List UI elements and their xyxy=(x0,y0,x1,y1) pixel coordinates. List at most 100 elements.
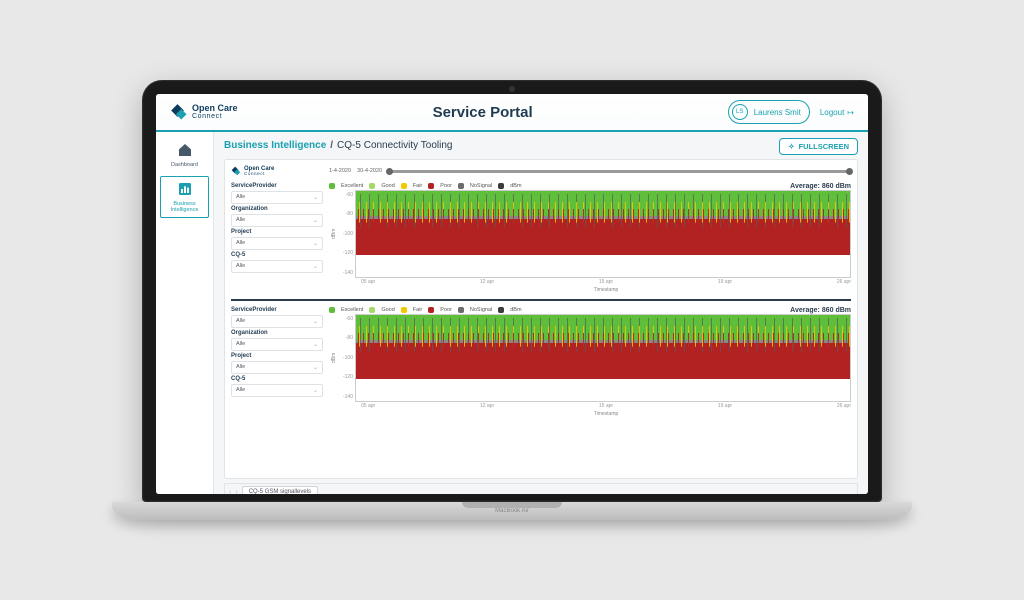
breadcrumb-separator: / xyxy=(330,140,333,151)
chart-block-1: ServiceProvider Alle⌄ Organization Alle⌄… xyxy=(231,183,851,293)
panel-brand-bottom: Connect xyxy=(244,172,274,177)
chevron-down-icon: ⌄ xyxy=(313,263,318,270)
tab-signallevels[interactable]: CQ-5 GSM signallevels xyxy=(242,486,318,494)
brand-name-top: Open Care xyxy=(192,104,238,113)
y-axis-ticks: -60 -80 -100 -120 -140 xyxy=(339,314,355,402)
brand-logo-icon xyxy=(231,166,241,176)
x-axis-label: Timestamp xyxy=(361,286,851,293)
chevron-down-icon: ⌄ xyxy=(313,194,318,201)
chevron-down-icon: ⌄ xyxy=(313,318,318,325)
portal-header: Open Care Connect Service Portal LS Laur… xyxy=(156,94,868,132)
chart-average: Average: 860 dBm xyxy=(790,307,851,314)
filter-select-organization[interactable]: Alle⌄ xyxy=(231,214,323,227)
chart-legend: Excellent Good Fair Poor NoSignal dBm Av… xyxy=(329,183,851,190)
tab-prev-button[interactable]: ‹ xyxy=(229,489,231,495)
y-axis-label: dBm xyxy=(329,314,339,402)
filter-select-serviceprovider[interactable]: Alle⌄ xyxy=(231,191,323,204)
y-axis-label: dBm xyxy=(329,190,339,278)
y-axis-ticks: -60 -80 -100 -120 -140 xyxy=(339,190,355,278)
sidebar: Dashboard Business Intelligence xyxy=(156,132,214,494)
filter-select-cq5[interactable]: Alle⌄ xyxy=(231,384,323,397)
legend-swatch-poor xyxy=(428,307,434,313)
user-chip[interactable]: LS Laurens Smit xyxy=(728,100,810,124)
chart-block-2: ServiceProvider Alle⌄ Organization Alle⌄… xyxy=(231,307,851,417)
filter-label: ServiceProvider xyxy=(231,307,323,313)
laptop-frame: Open Care Connect Service Portal LS Laur… xyxy=(142,80,882,520)
filter-column-2: ServiceProvider Alle⌄ Organization Alle⌄… xyxy=(231,307,323,417)
filter-select-organization[interactable]: Alle⌄ xyxy=(231,338,323,351)
legend-swatch-poor xyxy=(428,183,434,189)
sidebar-item-label: Business Intelligence xyxy=(163,201,206,213)
filter-label: Organization xyxy=(231,330,323,336)
chevron-down-icon: ⌄ xyxy=(313,217,318,224)
filter-select-cq5[interactable]: Alle⌄ xyxy=(231,260,323,273)
page-title: Service Portal xyxy=(238,104,728,121)
breadcrumb: Business Intelligence / CQ-5 Connectivit… xyxy=(224,140,858,151)
app-screen: Open Care Connect Service Portal LS Laur… xyxy=(156,94,868,494)
legend-swatch-fair xyxy=(401,183,407,189)
filter-label: ServiceProvider xyxy=(231,183,323,189)
chart-1: Excellent Good Fair Poor NoSignal dBm Av… xyxy=(329,183,851,293)
home-icon xyxy=(177,142,193,158)
chevron-down-icon: ⌄ xyxy=(313,364,318,371)
tab-next-button[interactable]: › xyxy=(235,489,237,495)
timeline-selector[interactable]: 1-4-2020 30-4-2020 xyxy=(329,168,851,174)
timeline-end: 30-4-2020 xyxy=(357,168,382,174)
sidebar-item-business-intelligence[interactable]: Business Intelligence xyxy=(160,176,209,218)
legend-swatch-excellent xyxy=(329,183,335,189)
report-tabbar: ‹ › CQ-5 GSM signallevels xyxy=(224,483,858,494)
filter-select-serviceprovider[interactable]: Alle⌄ xyxy=(231,315,323,328)
legend-swatch-good xyxy=(369,307,375,313)
report-panel: Open Care Connect 1-4-2020 30-4-2020 xyxy=(224,159,858,479)
breadcrumb-section[interactable]: Business Intelligence xyxy=(224,140,326,151)
chart-divider xyxy=(231,299,851,301)
fullscreen-button[interactable]: ✧ FULLSCREEN xyxy=(779,138,858,155)
x-axis-ticks: 05 apr 12 apr 15 apr 19 apr 26 apr xyxy=(361,402,851,410)
fullscreen-icon: ✧ xyxy=(788,142,794,151)
filter-label: Project xyxy=(231,229,323,235)
fullscreen-label: FULLSCREEN xyxy=(799,142,849,151)
main-content: Business Intelligence / CQ-5 Connectivit… xyxy=(214,132,868,494)
camera-dot xyxy=(509,86,515,92)
sidebar-item-label: Dashboard xyxy=(158,162,211,168)
chart-plot-area[interactable] xyxy=(355,314,851,402)
filter-label: Organization xyxy=(231,206,323,212)
avatar: LS xyxy=(732,104,748,120)
chart-plot-area[interactable] xyxy=(355,190,851,278)
x-axis-ticks: 05 apr 12 apr 15 apr 19 apr 26 apr xyxy=(361,278,851,286)
filter-label: Project xyxy=(231,353,323,359)
logout-link[interactable]: Logout ↦ xyxy=(820,108,854,117)
legend-swatch-excellent xyxy=(329,307,335,313)
legend-swatch-nosignal xyxy=(458,183,464,189)
chart-icon xyxy=(177,181,193,197)
breadcrumb-page: CQ-5 Connectivity Tooling xyxy=(337,140,452,151)
chart-average: Average: 860 dBm xyxy=(790,183,851,190)
brand-block: Open Care Connect xyxy=(170,103,238,121)
chart-legend: Excellent Good Fair Poor NoSignal dBm Av… xyxy=(329,307,851,314)
sidebar-item-dashboard[interactable]: Dashboard xyxy=(156,138,213,172)
filter-select-project[interactable]: Alle⌄ xyxy=(231,237,323,250)
filter-select-project[interactable]: Alle⌄ xyxy=(231,361,323,374)
screen-bezel: Open Care Connect Service Portal LS Laur… xyxy=(142,80,882,502)
chevron-down-icon: ⌄ xyxy=(313,341,318,348)
legend-swatch-nosignal xyxy=(458,307,464,313)
chart-2: Excellent Good Fair Poor NoSignal dBm Av… xyxy=(329,307,851,417)
legend-swatch-good xyxy=(369,183,375,189)
laptop-model-label: MacBook Air xyxy=(112,502,912,520)
panel-brand: Open Care Connect xyxy=(231,166,323,177)
user-name: Laurens Smit xyxy=(754,108,801,117)
filter-column-1: ServiceProvider Alle⌄ Organization Alle⌄… xyxy=(231,183,323,293)
x-axis-label: Timestamp xyxy=(361,410,851,417)
brand-logo-icon xyxy=(170,103,188,121)
laptop-base: MacBook Air xyxy=(112,502,912,520)
timeline-slider[interactable] xyxy=(388,170,851,173)
legend-swatch-dbm xyxy=(498,183,504,189)
legend-swatch-fair xyxy=(401,307,407,313)
brand-name-bottom: Connect xyxy=(192,113,238,120)
legend-swatch-dbm xyxy=(498,307,504,313)
logout-icon: ↦ xyxy=(847,108,854,117)
filter-label: CQ-5 xyxy=(231,252,323,258)
filter-label: CQ-5 xyxy=(231,376,323,382)
chevron-down-icon: ⌄ xyxy=(313,240,318,247)
timeline-start: 1-4-2020 xyxy=(329,168,351,174)
